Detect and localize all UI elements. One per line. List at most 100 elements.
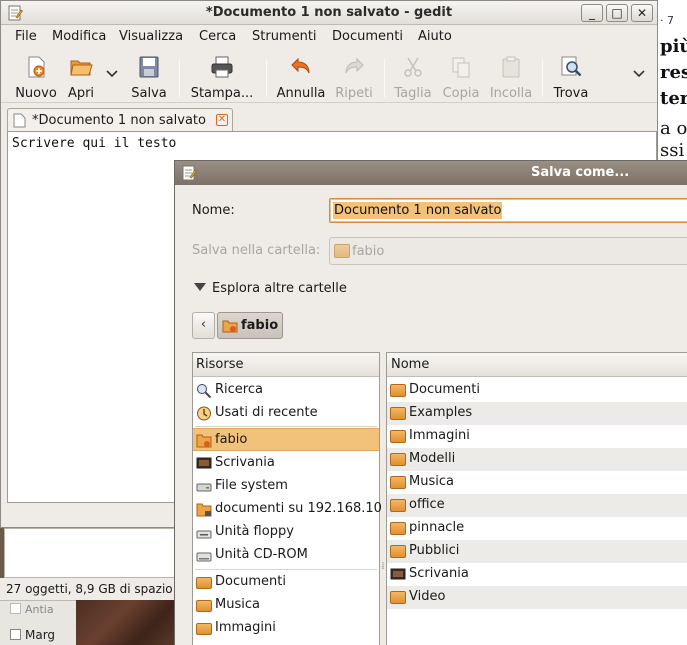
- find-button-label: Trova: [553, 86, 589, 101]
- file-row[interactable]: pinnacle: [387, 517, 687, 540]
- menu-bar: File Modifica Visualizza Cerca Strumenti…: [1, 25, 657, 49]
- file-row[interactable]: Pubblici: [387, 540, 687, 563]
- paste-button[interactable]: Incolla: [489, 55, 533, 101]
- file-row[interactable]: Video: [387, 586, 687, 609]
- menu-documenti[interactable]: Documenti: [332, 29, 403, 44]
- undo-button[interactable]: Annulla: [275, 55, 327, 101]
- place-item-cdrom[interactable]: Unità CD-ROM: [193, 544, 379, 567]
- magnifier-icon: [561, 56, 582, 77]
- place-item-desktop[interactable]: Scrivania: [193, 452, 379, 475]
- places-separator: [195, 569, 377, 570]
- folder-icon: [390, 476, 406, 489]
- menu-modifica[interactable]: Modifica: [52, 29, 106, 44]
- path-back-button[interactable]: ‹: [192, 312, 215, 339]
- file-row[interactable]: Immagini: [387, 425, 687, 448]
- filename-value: Documento 1 non salvato: [333, 202, 503, 219]
- places-header[interactable]: Risorse: [193, 353, 379, 377]
- open-button[interactable]: Apri: [63, 55, 99, 101]
- menu-aiuto[interactable]: Aiuto: [418, 29, 452, 44]
- place-item-filesystem[interactable]: File system: [193, 475, 379, 498]
- place-item-recent[interactable]: Usati di recente: [193, 402, 379, 425]
- copy-icon: [452, 57, 470, 78]
- print-button[interactable]: Stampa...: [189, 55, 255, 101]
- cdrom-icon: [196, 552, 212, 562]
- toolbar-separator: [542, 59, 543, 97]
- status-bar: 27 oggetti, 8,9 GB di spazio libero: [0, 578, 176, 600]
- files-pane: Nome Documenti Examples Immagini Modelli…: [386, 352, 687, 645]
- place-item-bookmark[interactable]: Documenti: [193, 571, 379, 594]
- copy-button[interactable]: Copia: [441, 55, 481, 101]
- place-item-floppy[interactable]: Unità floppy: [193, 521, 379, 544]
- filename-input[interactable]: Documento 1 non salvato: [329, 198, 687, 223]
- cut-button[interactable]: Taglia: [393, 55, 433, 101]
- find-button[interactable]: Trova: [551, 55, 591, 101]
- dialog-title-bar[interactable]: Salva come...: [175, 161, 687, 185]
- new-button[interactable]: Nuovo: [13, 55, 59, 101]
- file-row[interactable]: office: [387, 494, 687, 517]
- file-row[interactable]: Musica: [387, 471, 687, 494]
- close-button[interactable]: ✕: [631, 4, 653, 22]
- places-separator: [195, 426, 377, 427]
- folder-icon: [390, 591, 406, 604]
- file-row[interactable]: Examples: [387, 402, 687, 425]
- title-bar[interactable]: *Documento 1 non salvato - gedit _ □ ✕: [1, 1, 657, 25]
- document-tab-strip: *Documento 1 non salvato ✕: [1, 105, 657, 132]
- toolbar-separator: [266, 59, 267, 97]
- menu-visualizza[interactable]: Visualizza: [119, 29, 183, 44]
- document-icon: [13, 113, 26, 128]
- menu-cerca[interactable]: Cerca: [199, 29, 236, 44]
- file-chooser-background-panel: [4, 528, 176, 578]
- places-pane: Risorse Ricerca Usati di recente fabio S…: [192, 352, 382, 645]
- home-folder-icon: [222, 320, 238, 333]
- save-folder-combo[interactable]: fabio: [329, 237, 687, 265]
- folder-icon: [390, 499, 406, 512]
- place-item-network[interactable]: documenti su 192.168.10: [193, 498, 382, 521]
- folder-icon: [390, 430, 406, 443]
- save-folder-label: Salva nella cartella:: [192, 243, 321, 258]
- file-row[interactable]: Modelli: [387, 448, 687, 471]
- folder-icon: [390, 407, 406, 420]
- place-item-bookmark[interactable]: Musica: [193, 594, 379, 617]
- background-panel: Antia Marg: [0, 600, 76, 645]
- path-button-home[interactable]: fabio: [217, 312, 283, 339]
- background-text-line: res: [660, 62, 687, 83]
- chevron-down-icon: [633, 70, 645, 78]
- minimize-button[interactable]: _: [581, 4, 603, 22]
- redo-arrow-icon: [345, 57, 364, 74]
- name-label: Nome:: [192, 203, 235, 218]
- file-row[interactable]: Scrivania: [387, 563, 687, 586]
- network-folder-icon: [196, 503, 212, 517]
- folder-icon: [390, 545, 406, 558]
- redo-button-label: Ripeti: [335, 86, 373, 101]
- browse-folders-expander[interactable]: Esplora altre cartelle: [194, 281, 347, 296]
- chevron-down-icon: [106, 70, 118, 78]
- desktop-icon: [196, 457, 212, 469]
- save-button[interactable]: Salva: [129, 55, 169, 101]
- background-text-line: a o: [660, 118, 687, 139]
- folder-icon: [196, 600, 212, 612]
- dialog-title: Salva come...: [531, 165, 630, 180]
- place-item-bookmark[interactable]: Immagini: [193, 617, 379, 640]
- tab-close-icon[interactable]: ✕: [216, 114, 228, 126]
- menu-file[interactable]: File: [15, 29, 37, 44]
- background-text-line: ssi: [660, 140, 685, 161]
- background-image: [76, 600, 176, 645]
- scissors-icon: [404, 57, 422, 77]
- editor-content: Scrivere qui il testo: [12, 136, 177, 151]
- menu-strumenti[interactable]: Strumenti: [252, 29, 317, 44]
- background-checkbox: Antia: [10, 603, 54, 616]
- cut-button-label: Taglia: [394, 86, 432, 101]
- file-row[interactable]: Documenti: [387, 379, 687, 402]
- files-name-column-header[interactable]: Nome: [387, 353, 687, 377]
- status-text: 27 oggetti, 8,9 GB di spazio libero: [6, 582, 175, 596]
- background-checkbox[interactable]: Marg: [10, 628, 55, 642]
- document-tab[interactable]: *Documento 1 non salvato ✕: [7, 108, 233, 132]
- maximize-button[interactable]: □: [606, 4, 628, 22]
- path-button-label: fabio: [241, 318, 279, 333]
- place-item-home[interactable]: fabio: [193, 428, 379, 451]
- folder-icon: [196, 623, 212, 635]
- place-item-search[interactable]: Ricerca: [193, 379, 379, 402]
- redo-button[interactable]: Ripeti: [333, 55, 375, 101]
- open-button-label: Apri: [67, 86, 95, 101]
- background-text-line: ter: [660, 88, 687, 109]
